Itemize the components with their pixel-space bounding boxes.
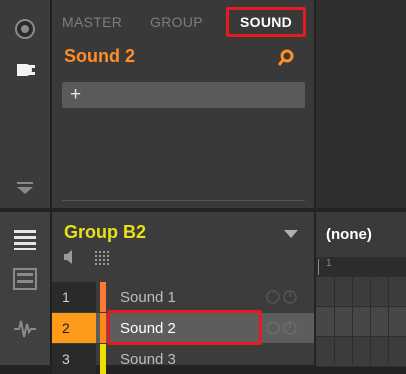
dropdown-arrow-icon[interactable] bbox=[284, 230, 298, 238]
sound-row-3[interactable]: 3 Sound 3 bbox=[52, 344, 314, 374]
divider bbox=[62, 200, 305, 201]
ruler-start-label: 1 bbox=[326, 258, 332, 269]
collapse-arrow-icon[interactable] bbox=[15, 181, 35, 195]
grid-column bbox=[352, 277, 353, 365]
sound-color-strip bbox=[100, 282, 106, 312]
sound-row-1[interactable]: 1 Sound 1 bbox=[52, 282, 314, 312]
grid-row bbox=[316, 277, 406, 307]
sound-slot-number: 2 bbox=[52, 313, 96, 343]
sound-color-strip bbox=[100, 344, 106, 374]
pattern-grid[interactable] bbox=[316, 277, 406, 367]
sound-slot-label[interactable]: Sound 1 bbox=[120, 289, 176, 306]
grid-column bbox=[370, 277, 371, 365]
keyboard-grid-icon[interactable] bbox=[95, 251, 109, 265]
plugin-parameter-area bbox=[316, 0, 406, 208]
sound-tab-highlight bbox=[226, 7, 306, 37]
power-icon[interactable] bbox=[266, 320, 298, 336]
plugin-plug-icon[interactable] bbox=[13, 60, 37, 80]
sound-row-2[interactable]: 2 Sound 2 bbox=[52, 310, 314, 345]
tab-group[interactable]: GROUP bbox=[150, 14, 203, 30]
grid-column bbox=[334, 277, 335, 365]
group-panel: Group B2 1 Sound 1 2 Sound 2 3 Sound 3 bbox=[52, 212, 314, 374]
grid-column bbox=[388, 277, 389, 365]
plugin-panel: MASTER GROUP SOUND Sound 2 + bbox=[52, 0, 314, 208]
pattern-name[interactable]: (none) bbox=[326, 226, 372, 243]
sound-slot-number: 3 bbox=[52, 344, 96, 374]
group-name[interactable]: Group B2 bbox=[64, 222, 146, 243]
grid-row bbox=[316, 307, 406, 337]
selected-sound-highlight bbox=[107, 310, 262, 345]
power-icon[interactable] bbox=[266, 289, 298, 305]
ruler-tick bbox=[318, 259, 319, 275]
sound-name[interactable]: Sound 2 bbox=[64, 46, 135, 67]
plugin-slot[interactable]: + bbox=[62, 82, 305, 108]
pattern-header: (none) bbox=[316, 212, 406, 257]
grid-row bbox=[316, 337, 406, 367]
add-plugin-button[interactable]: + bbox=[70, 84, 81, 106]
mixer-view-icon[interactable] bbox=[13, 268, 37, 290]
left-icon-strip bbox=[0, 0, 51, 365]
waveform-icon[interactable] bbox=[13, 318, 37, 340]
list-view-icon[interactable] bbox=[13, 228, 37, 250]
sound-color-strip bbox=[100, 313, 106, 343]
sound-slot-number: 1 bbox=[52, 282, 96, 312]
timeline-ruler[interactable]: 1 bbox=[316, 257, 406, 277]
tab-master[interactable]: MASTER bbox=[62, 14, 122, 30]
magnifier-icon[interactable] bbox=[277, 49, 295, 67]
volume-knob-icon[interactable] bbox=[14, 18, 36, 40]
sound-slot-label[interactable]: Sound 3 bbox=[120, 351, 176, 368]
